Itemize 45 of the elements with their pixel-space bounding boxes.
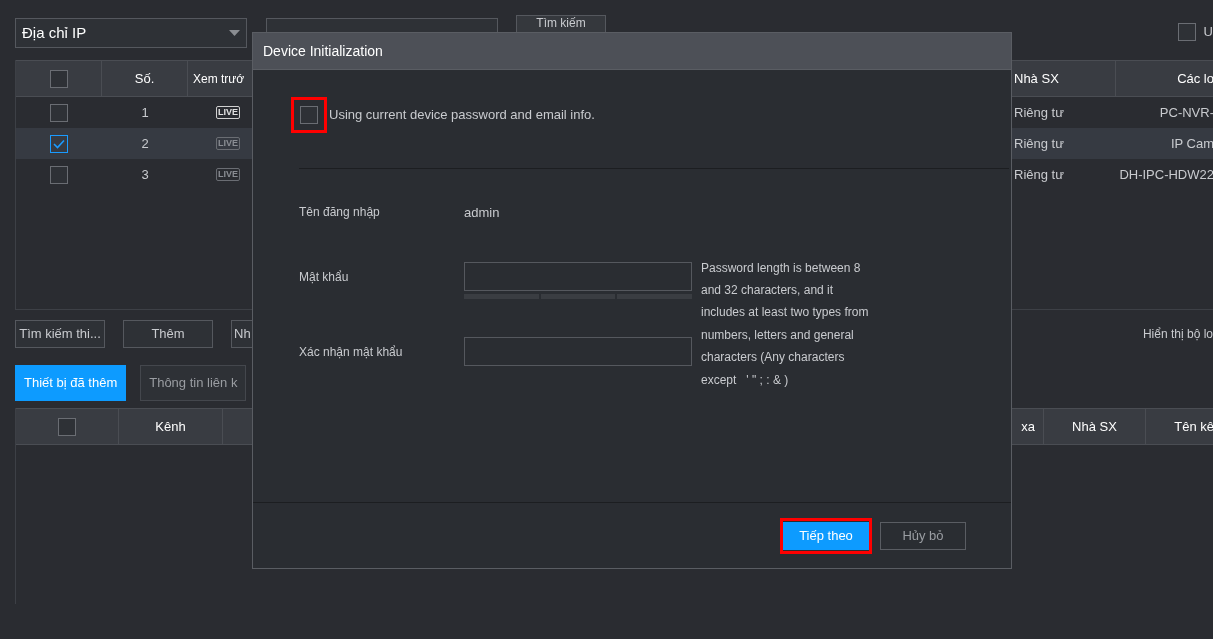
action-button[interactable]: Tìm kiếm thi... xyxy=(15,320,105,348)
table-cell-text: Riêng tư xyxy=(1014,103,1064,122)
column-header: xa xyxy=(1021,417,1035,436)
checkbox[interactable] xyxy=(50,134,68,153)
checkbox[interactable] xyxy=(1177,22,1196,41)
action-button[interactable]: Thêm xyxy=(123,320,213,348)
checkbox[interactable] xyxy=(58,417,76,436)
table-cell-text: Riêng tư xyxy=(1014,134,1064,153)
tab[interactable]: Thiết bị đã thêm xyxy=(15,365,127,401)
caret-icon xyxy=(229,30,240,36)
table-cell-text: 1 xyxy=(141,103,149,122)
tab[interactable]: Thông tin liên k xyxy=(140,365,247,401)
field-label: Tên đăng nhập xyxy=(299,205,380,219)
check-icon xyxy=(53,138,65,149)
checkbox[interactable] xyxy=(49,69,68,88)
column-header: Các lo xyxy=(1177,69,1213,88)
filter-label: Hiển thị bộ lo xyxy=(1142,326,1213,343)
live-preview-icon[interactable]: LIVE xyxy=(216,168,240,181)
table-cell-text: Riêng tư xyxy=(1014,165,1064,184)
table-cell-text: 3 xyxy=(141,165,149,184)
table-cell-text: PC-NVR- xyxy=(1159,103,1213,122)
live-preview-icon[interactable]: LIVE xyxy=(216,106,240,119)
table-cell-text: IP Cam xyxy=(1170,134,1213,153)
confirm-password-field[interactable] xyxy=(464,336,692,366)
checkbox[interactable] xyxy=(50,165,68,184)
password-hint: Password length is between 8 and 32 characters, and it includes at least two types from numbers, letters and general characters (Any characters except ' " ; : & ) xyxy=(701,259,870,389)
column-header: Tên kê xyxy=(1174,417,1213,436)
table-cell-text: DH-IPC-HDW22 xyxy=(1119,165,1213,184)
filter-dropdown[interactable]: Địa chỉ IP xyxy=(15,18,247,48)
password-field[interactable] xyxy=(464,261,692,291)
field-label: Xác nhận mật khẩu xyxy=(299,345,403,359)
field-label: Mật khẩu xyxy=(299,270,349,284)
column-header: Kênh xyxy=(155,417,186,436)
username-value: admin xyxy=(464,204,500,222)
live-preview-icon[interactable]: LIVE xyxy=(216,137,240,150)
column-header: Xem trướ xyxy=(193,70,245,88)
option-label: U xyxy=(1203,23,1213,41)
checkbox[interactable] xyxy=(50,103,68,122)
column-header: Nhà SX xyxy=(1072,417,1117,436)
checkbox[interactable] xyxy=(300,106,318,124)
checkbox-label: Using current device password and email info. xyxy=(329,106,595,125)
table-cell-text: 2 xyxy=(141,134,149,153)
dialog-title: Device Initialization xyxy=(263,41,383,61)
column-header: Số. xyxy=(134,69,155,88)
column-header: Nhà SX xyxy=(1014,69,1059,88)
